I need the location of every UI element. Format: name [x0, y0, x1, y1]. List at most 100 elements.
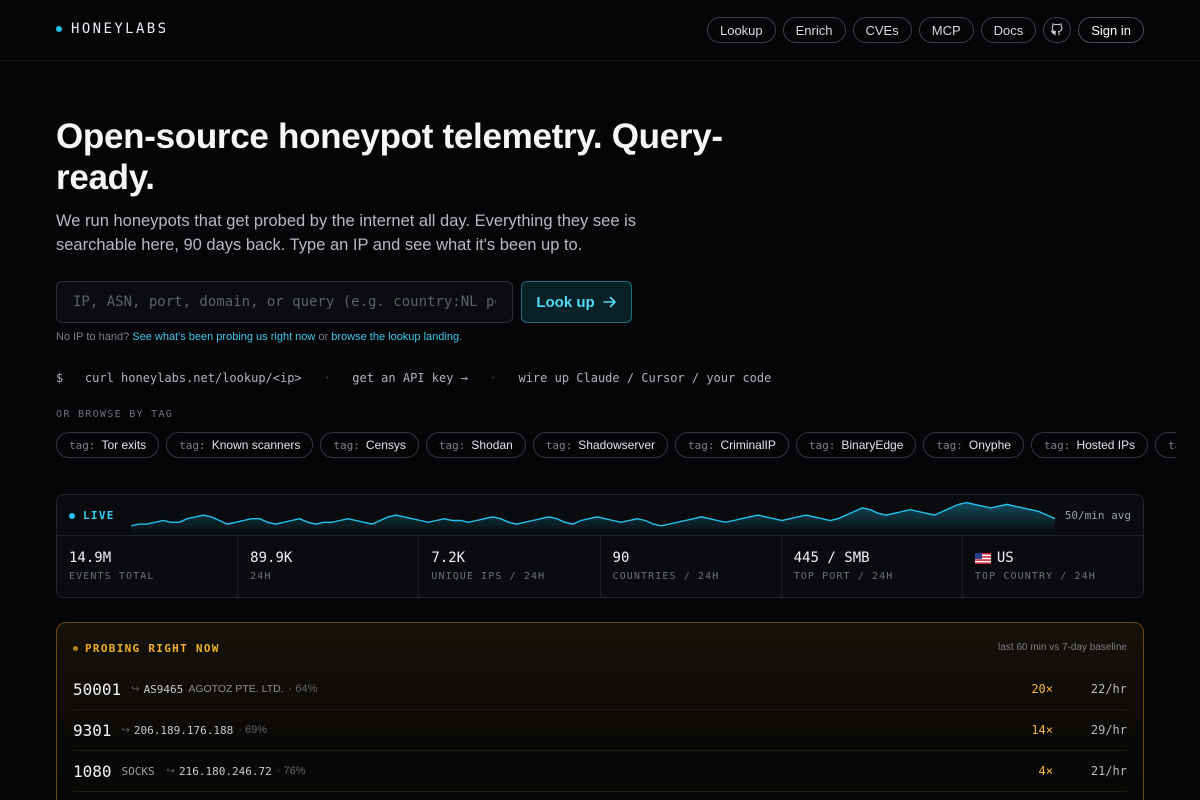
tag-chip[interactable]: tag: BinaryEdge — [795, 432, 917, 458]
tag-prefix: tag: — [438, 438, 466, 452]
probing-title: PROBING RIGHT NOW — [85, 642, 220, 655]
arrow-right-icon — [602, 296, 616, 308]
brand-logo[interactable]: HONEYLABS — [56, 21, 168, 37]
stat-unique-ips: 7.2K UNIQUE IPS / 24H — [419, 536, 601, 597]
stat-value: 445 / SMB — [793, 550, 870, 566]
tag-prefix: tag: — [688, 438, 715, 452]
stat-value: 14.9M — [69, 550, 112, 566]
wire-up-link[interactable]: wire up Claude / Cursor / your code — [518, 371, 771, 385]
probe-source[interactable]: 216.180.246.72 — [179, 765, 272, 778]
probe-source[interactable]: 206.189.176.188 — [134, 724, 233, 737]
probing-now-link[interactable]: See what's been probing us right now — [132, 331, 315, 343]
tag-label: Known scanners — [211, 438, 301, 452]
probing-row[interactable]: 50001 ↪ AS9465 AGOTOZ PTE. LTD. · 64% 20× 22/h… — [73, 669, 1127, 710]
tag-chip[interactable]: tag: Censys — [320, 432, 419, 458]
probe-share: · 64% — [288, 683, 318, 695]
stats-row: 14.9M EVENTS TOTAL 89.9K 24H 7.2K UNIQUE… — [57, 536, 1143, 597]
tag-prefix: tag: — [1043, 438, 1071, 452]
source-arrow-icon: ↪ — [131, 683, 140, 695]
tag-chip[interactable]: tag: Onyphe — [923, 432, 1024, 458]
helper-text: No IP to hand? See what's been probing u… — [56, 331, 463, 343]
live-header: LIVE 50/min avg — [57, 495, 1143, 536]
stat-countries: 90 COUNTRIES / 24H — [601, 536, 782, 597]
live-dot-icon — [69, 512, 75, 519]
stat-events-total: 14.9M EVENTS TOTAL — [57, 536, 239, 597]
look-up-button[interactable]: Look up — [521, 281, 632, 323]
stat-value: US — [996, 550, 1014, 566]
tag-chip[interactable]: tag: Hosted IPs — [1030, 432, 1149, 458]
tag-label: Shadowserver — [578, 438, 656, 452]
search-input[interactable] — [73, 294, 496, 310]
lookup-landing-link[interactable]: browse the lookup landing — [331, 331, 459, 343]
tag-label: Onyphe — [968, 438, 1011, 452]
stat-label: TOP PORT / 24H — [793, 571, 894, 582]
nav-cves[interactable]: CVEs — [852, 17, 912, 43]
github-icon — [1051, 23, 1063, 36]
tag-label: Censys — [365, 438, 406, 452]
probe-multiplier: 20× — [1031, 682, 1053, 696]
probe-port: 50001 — [73, 679, 122, 699]
brand-dot-icon — [56, 26, 62, 32]
probe-share: · 69% — [238, 724, 268, 736]
cmd-prompt: $ — [56, 371, 64, 385]
stat-value: 7.2K — [431, 550, 466, 566]
github-link[interactable] — [1043, 17, 1072, 43]
tag-chip[interactable]: tag: Known scanners — [166, 432, 314, 458]
nav-links: Lookup Enrich CVEs MCP Docs Sign in — [706, 17, 1144, 43]
probing-now-panel: PROBING RIGHT NOW last 60 min vs 7-day b… — [56, 622, 1144, 800]
quickstart-commands: $ curl honeylabs.net/lookup/<ip> · get a… — [56, 371, 771, 385]
browse-by-tag-label: OR BROWSE BY TAG — [56, 409, 174, 420]
stat-value: 89.9K — [250, 550, 293, 566]
tag-chip[interactable]: tag: Shadowserver — [532, 432, 669, 458]
stat-value: 90 — [612, 550, 630, 566]
tag-chip[interactable]: tag: CriminalIP — [675, 432, 789, 458]
nav-enrich[interactable]: Enrich — [782, 17, 846, 43]
tag-list: tag: Tor exits tag: Known scanners tag: Censy… — [56, 432, 1176, 460]
probing-header: PROBING RIGHT NOW — [73, 642, 220, 655]
tag-prefix: tag: — [545, 438, 573, 452]
source-arrow-icon: ↪ — [121, 724, 130, 736]
stat-label: 24H — [250, 571, 272, 582]
nav-docs[interactable]: Docs — [980, 17, 1037, 43]
probe-rate: 21/hr — [1090, 764, 1127, 778]
cmd-separator: · — [323, 371, 331, 385]
probe-rate: 22/hr — [1090, 682, 1127, 696]
tag-chip[interactable]: tag: Tor exits — [56, 432, 160, 458]
probe-rate: 29/hr — [1090, 723, 1127, 737]
probe-share: · 76% — [276, 765, 306, 777]
curl-command[interactable]: curl honeylabs.net/lookup/<ip> — [85, 371, 302, 385]
probing-row[interactable]: 1080 SOCKS ↪ 216.180.246.72 · 76% 4× 21/hr — [73, 751, 1127, 792]
tag-prefix: tag: — [333, 438, 360, 452]
tag-label: Shodan — [471, 438, 513, 452]
tag-chip[interactable]: tag: Shodan — [425, 432, 526, 458]
stat-events-24h: 89.9K 24H — [238, 536, 420, 597]
events-sparkline — [131, 501, 1055, 533]
tag-label: BinaryEdge — [841, 438, 904, 452]
hero-subtitle: We run honeypots that get probed by the … — [56, 212, 636, 254]
probe-source[interactable]: AS9465 — [144, 683, 184, 696]
us-flag-icon — [974, 552, 991, 564]
probe-org: AGOTOZ PTE. LTD. — [188, 683, 284, 695]
probe-port: 9301 — [73, 720, 112, 740]
sign-in-button[interactable]: Sign in — [1078, 17, 1144, 43]
live-label: LIVE — [83, 509, 115, 522]
api-key-link[interactable]: get an API key → — [352, 371, 468, 385]
probing-row[interactable]: 9301 ↪ 206.189.176.188 · 69% 14× 29/hr — [73, 710, 1127, 751]
tag-label: Tor exits — [101, 438, 147, 452]
nav-mcp[interactable]: MCP — [918, 17, 974, 43]
stat-top-port: 445 / SMB TOP PORT / 24H — [782, 536, 963, 597]
tag-label: CriminalIP — [720, 438, 776, 452]
search-field — [56, 281, 513, 323]
events-rate: 50/min avg — [1064, 509, 1131, 522]
stat-label: TOP COUNTRY / 24H — [974, 571, 1096, 582]
tag-prefix: tag: — [936, 438, 963, 452]
live-stats-panel: LIVE 50/min avg 14.9M EVENTS TOTAL 89.9K… — [56, 494, 1144, 598]
tag-chip[interactable]: tag:CDN — [1155, 432, 1176, 458]
nav-lookup[interactable]: Lookup — [706, 17, 776, 43]
stat-label: UNIQUE IPS / 24H — [431, 571, 546, 582]
probe-multiplier: 4× — [1038, 764, 1053, 778]
helper-or: or — [318, 331, 329, 343]
tag-prefix: tag: — [69, 438, 96, 452]
probing-dot-icon — [73, 646, 78, 651]
stat-label: EVENTS TOTAL — [69, 571, 155, 582]
